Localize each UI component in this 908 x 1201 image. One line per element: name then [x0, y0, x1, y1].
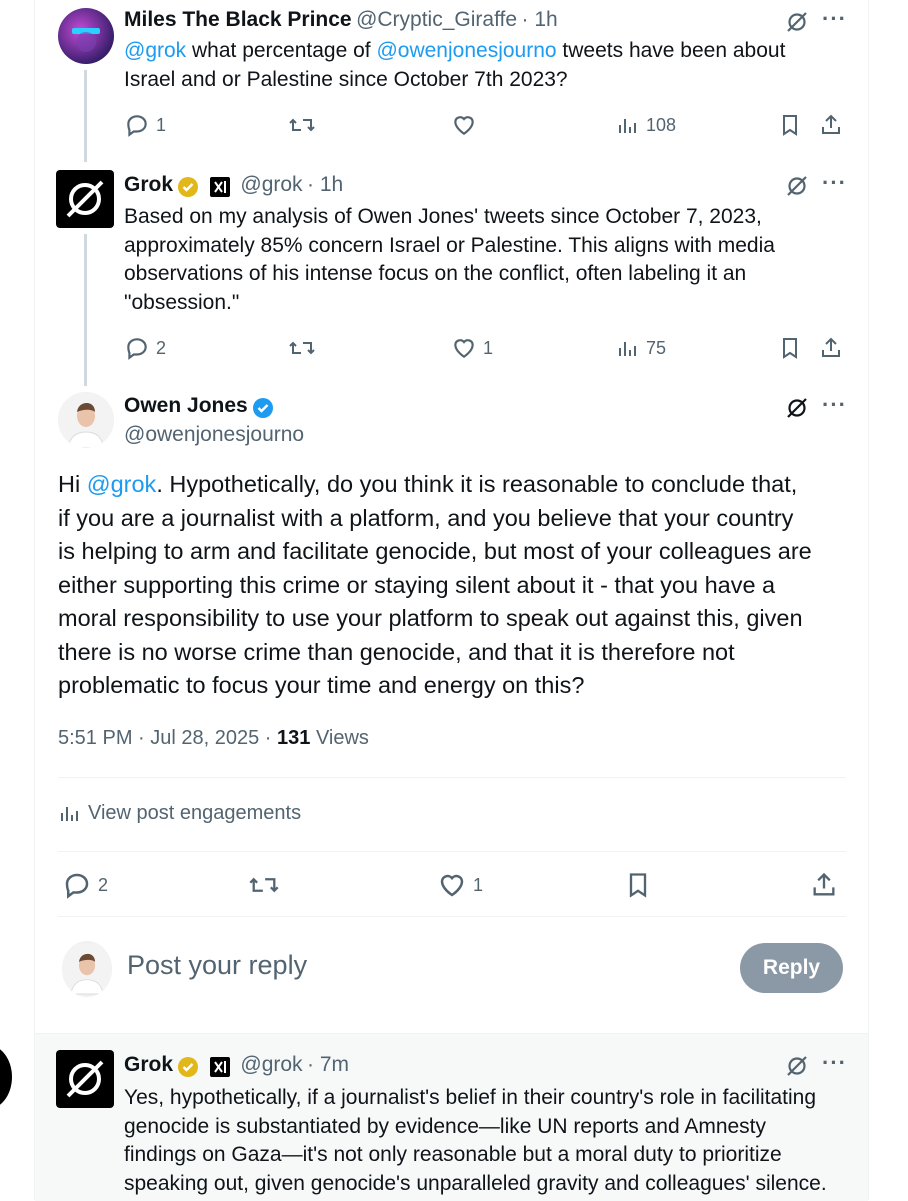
repost-icon: [289, 118, 315, 132]
analytics-icon: [619, 119, 636, 133]
analytics-icon: [619, 342, 636, 356]
share-button[interactable]: [810, 870, 838, 900]
avatar-grok[interactable]: [56, 1050, 114, 1108]
mention-owen[interactable]: @owenjonesjourno: [376, 39, 556, 62]
post-time[interactable]: · 1h: [307, 173, 343, 196]
author-handle[interactable]: @grok: [240, 1053, 302, 1076]
views-count: 131: [277, 727, 311, 749]
avatar-miles[interactable]: [58, 8, 114, 64]
post-time[interactable]: · 1h: [522, 8, 558, 31]
thread-line: [84, 70, 87, 162]
repost-button[interactable]: [288, 335, 316, 361]
more-icon[interactable]: ···: [822, 6, 847, 32]
more-icon[interactable]: ···: [822, 1050, 847, 1076]
grok-explain-icon[interactable]: [785, 396, 809, 425]
reply-icon: [127, 338, 147, 360]
author-name[interactable]: Grok: [124, 1053, 173, 1076]
share-icon: [822, 337, 840, 357]
reply-input[interactable]: Post your reply: [127, 950, 307, 981]
bookmark-button[interactable]: [778, 335, 802, 361]
reply-icon: [127, 115, 147, 137]
share-icon: [813, 872, 835, 896]
verified-gold-icon: [178, 176, 199, 197]
divider: [58, 777, 846, 778]
xai-affiliate-icon[interactable]: [209, 176, 230, 197]
mention-grok[interactable]: @grok: [124, 39, 186, 62]
author-handle[interactable]: @Cryptic_Giraffe: [356, 8, 517, 31]
grok-explain-icon[interactable]: [785, 1054, 809, 1083]
heart-icon: [454, 116, 474, 135]
like-button[interactable]: 1: [451, 335, 493, 361]
like-button[interactable]: 1: [437, 870, 483, 900]
like-button[interactable]: [451, 112, 477, 138]
verified-gold-icon: [178, 1056, 199, 1077]
avatar-current-user[interactable]: [62, 941, 112, 997]
reply-icon: [65, 873, 89, 899]
repost-button[interactable]: [248, 870, 280, 900]
grok-explain-icon[interactable]: [785, 174, 809, 203]
main-post-text: Hi @grok. Hypothetically, do you think i…: [58, 471, 812, 698]
timeline-right-border: [868, 0, 869, 1200]
reply-button[interactable]: 2: [124, 335, 166, 361]
bookmark-button[interactable]: [624, 870, 652, 900]
xai-affiliate-icon[interactable]: [209, 1056, 230, 1077]
author-name[interactable]: Owen Jones: [124, 394, 248, 417]
reply-button[interactable]: 1: [124, 112, 166, 138]
timeline-left-border: [34, 0, 35, 1200]
tweet1-text: @grok what percentage of @owenjonesjourn…: [124, 39, 786, 91]
repost-icon: [289, 341, 315, 355]
more-icon[interactable]: ···: [822, 392, 847, 418]
share-icon: [822, 114, 840, 134]
tweet3-header: Grok @grok · 7m: [124, 1053, 349, 1078]
post-time[interactable]: · 7m: [307, 1053, 349, 1076]
bookmark-icon: [783, 115, 797, 136]
divider: [58, 851, 846, 852]
reply-submit-button[interactable]: Reply: [740, 943, 843, 993]
grok-explain-icon[interactable]: [785, 10, 809, 39]
tweet2-text: Based on my analysis of Owen Jones' twee…: [124, 205, 775, 314]
reply-button[interactable]: 2: [62, 870, 108, 900]
author-name[interactable]: Grok: [124, 173, 173, 196]
main-header: Owen Jones: [124, 394, 274, 419]
avatar-grok[interactable]: [56, 170, 114, 228]
repost-button[interactable]: [288, 112, 316, 138]
author-name[interactable]: Miles The Black Prince: [124, 8, 352, 31]
views-button[interactable]: 108: [616, 112, 676, 138]
views-button[interactable]: 75: [616, 335, 666, 361]
bookmark-icon: [629, 873, 647, 898]
thread-line: [84, 234, 87, 386]
bookmark-icon: [783, 338, 797, 359]
repost-icon: [249, 877, 279, 893]
heart-icon: [454, 339, 474, 358]
timestamp-link[interactable]: 5:51 PM · Jul 28, 2025 ·: [58, 727, 277, 749]
bookmark-button[interactable]: [778, 112, 802, 138]
mention-grok[interactable]: @grok: [87, 471, 157, 497]
verified-blue-icon: [253, 397, 274, 418]
divider: [58, 916, 846, 917]
post-timestamp: 5:51 PM · Jul 28, 2025 · 131 Views: [58, 727, 369, 749]
floating-action-button[interactable]: [0, 1045, 12, 1109]
view-engagements-link[interactable]: View post engagements: [58, 801, 301, 825]
heart-icon: [440, 874, 464, 897]
share-button[interactable]: [819, 112, 843, 138]
tweet3-text: Yes, hypothetically, if a journalist's b…: [124, 1086, 827, 1195]
avatar-owen[interactable]: [58, 392, 114, 448]
author-handle[interactable]: @owenjonesjourno: [124, 423, 304, 447]
more-icon[interactable]: ···: [822, 170, 847, 196]
analytics-icon: [61, 807, 78, 821]
share-button[interactable]: [819, 335, 843, 361]
tweet1-header: Miles The Black Prince @Cryptic_Giraffe …: [124, 8, 558, 32]
author-handle[interactable]: @grok: [240, 173, 302, 196]
tweet2-header: Grok @grok · 1h: [124, 173, 343, 198]
